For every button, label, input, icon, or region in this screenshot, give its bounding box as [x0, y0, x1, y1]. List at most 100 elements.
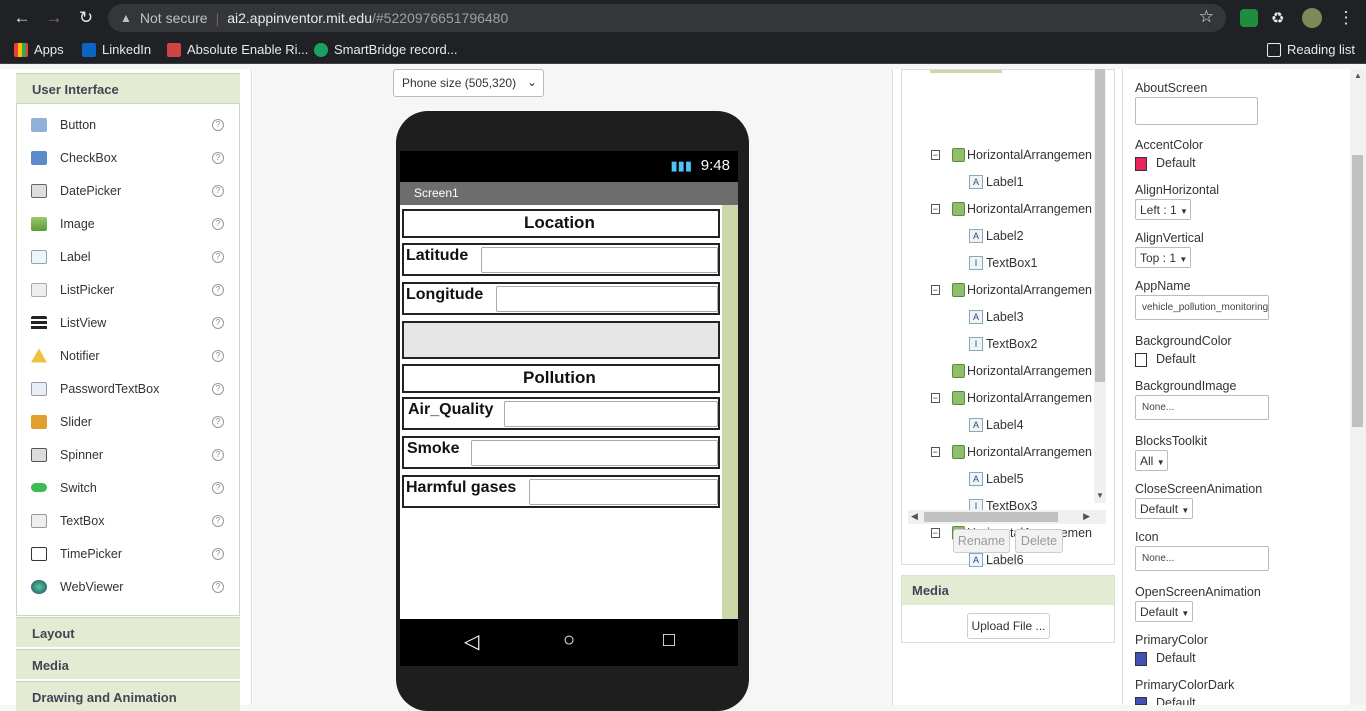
accent-color-value[interactable]: Default	[1156, 156, 1196, 170]
icon-picker[interactable]: None...	[1135, 546, 1269, 571]
textbox-smoke[interactable]	[471, 440, 718, 466]
scrollbar-thumb[interactable]	[1095, 69, 1105, 382]
collapse-toggle-icon[interactable]: −	[931, 393, 940, 403]
reading-list[interactable]: Reading list	[1267, 42, 1355, 57]
app-name-input[interactable]: vehicle_pollution_monitoring	[1135, 295, 1269, 320]
collapse-toggle-icon[interactable]: −	[931, 285, 940, 295]
label-smoke[interactable]: Smoke	[407, 440, 459, 458]
label-latitude[interactable]: Latitude	[406, 247, 468, 265]
tree-node-textbox[interactable]: I TextBox2	[969, 337, 1092, 351]
palette-section-layout[interactable]: Layout	[16, 617, 240, 647]
help-icon[interactable]: ?	[212, 448, 224, 461]
help-icon[interactable]: ?	[212, 349, 224, 362]
tree-node-arr[interactable]: − HorizontalArrangemen	[931, 202, 1092, 216]
primary-color-dark-value[interactable]: Default	[1156, 696, 1196, 705]
palette-item-button[interactable]: Button?	[17, 108, 239, 141]
blocks-toolkit-select[interactable]: All ▼	[1135, 450, 1168, 471]
palette-item-datepicker[interactable]: DatePicker?	[17, 174, 239, 207]
menu-icon[interactable]: ⋮	[1335, 7, 1357, 29]
help-icon[interactable]: ?	[212, 151, 224, 164]
forward-icon[interactable]: →	[43, 7, 65, 29]
label-pollution[interactable]: Pollution	[523, 368, 596, 388]
scrollbar-thumb[interactable]	[924, 512, 1058, 522]
delete-button[interactable]: Delete	[1015, 529, 1063, 553]
align-horizontal-select[interactable]: Left : 1 ▼	[1135, 199, 1191, 220]
textbox-air-quality[interactable]	[504, 401, 718, 427]
align-vertical-select[interactable]: Top : 1 ▼	[1135, 247, 1191, 268]
arrangement-smoke[interactable]: Smoke	[402, 436, 720, 469]
bookmark-linkedin[interactable]: LinkedIn	[82, 42, 151, 57]
collapse-toggle-icon[interactable]: −	[931, 528, 940, 538]
tree-node-label[interactable]: A Label6	[969, 553, 1092, 567]
label-longitude[interactable]: Longitude	[406, 286, 483, 304]
help-icon[interactable]: ?	[212, 118, 224, 131]
primary-color-dark-swatch[interactable]	[1135, 697, 1147, 705]
tree-node-arr[interactable]: − HorizontalArrangemen	[931, 445, 1092, 459]
help-icon[interactable]: ?	[212, 547, 224, 560]
scroll-up-icon[interactable]: ▲	[1354, 71, 1362, 80]
upload-file-button[interactable]: Upload File ...	[967, 613, 1050, 639]
rename-button[interactable]: Rename	[953, 529, 1010, 553]
bookmark-apps[interactable]: Apps	[14, 42, 64, 57]
textbox-harmful-gases[interactable]	[529, 479, 718, 505]
primary-color-value[interactable]: Default	[1156, 651, 1196, 665]
palette-item-webviewer[interactable]: WebViewer?	[17, 570, 239, 603]
tree-node-arr[interactable]: − HorizontalArrangemen	[931, 283, 1092, 297]
help-icon[interactable]: ?	[212, 283, 224, 296]
arrangement-harmful-gases[interactable]: Harmful gases	[402, 475, 720, 508]
shield-extension-icon[interactable]	[1240, 9, 1258, 27]
tree-node-label[interactable]: A Label5	[969, 472, 1092, 486]
tree-node-label[interactable]: A Label1	[969, 175, 1092, 189]
scroll-left-icon[interactable]: ◀	[911, 511, 918, 522]
background-image-picker[interactable]: None...	[1135, 395, 1269, 420]
screen-canvas[interactable]: Location Latitude Longitude Pollution Ai…	[400, 205, 738, 619]
help-icon[interactable]: ?	[212, 580, 224, 593]
arrangement-empty[interactable]	[402, 321, 720, 359]
arrangement-pollution[interactable]: Pollution	[402, 364, 720, 393]
page-scrollbar[interactable]: ▲	[1350, 69, 1366, 705]
palette-item-switch[interactable]: Switch?	[17, 471, 239, 504]
palette-section-media[interactable]: Media	[16, 649, 240, 679]
background-color-value[interactable]: Default	[1156, 352, 1196, 366]
arrangement-location[interactable]: Location	[402, 209, 720, 238]
tree-vertical-scrollbar[interactable]: ▼	[1094, 69, 1106, 503]
scrollbar-thumb[interactable]	[1352, 155, 1363, 427]
tree-node-arr[interactable]: HorizontalArrangemen	[931, 364, 1092, 378]
help-icon[interactable]: ?	[212, 316, 224, 329]
close-animation-select[interactable]: Default ▼	[1135, 498, 1193, 519]
palette-item-image[interactable]: Image?	[17, 207, 239, 240]
back-icon[interactable]: ←	[11, 7, 33, 29]
palette-item-spinner[interactable]: Spinner?	[17, 438, 239, 471]
label-air-quality[interactable]: Air_Quality	[408, 401, 493, 419]
avatar[interactable]	[1302, 8, 1322, 28]
palette-item-passwordtextbox[interactable]: PasswordTextBox?	[17, 372, 239, 405]
background-color-swatch[interactable]	[1135, 353, 1147, 367]
puzzle-extension-icon[interactable]: ♻	[1271, 9, 1289, 27]
arrangement-latitude[interactable]: Latitude	[402, 243, 720, 276]
help-icon[interactable]: ?	[212, 217, 224, 230]
textbox-longitude[interactable]	[496, 286, 718, 312]
help-icon[interactable]: ?	[212, 184, 224, 197]
tree-node-arr[interactable]: − HorizontalArrangemen	[931, 148, 1092, 162]
collapse-toggle-icon[interactable]: −	[931, 447, 940, 457]
collapse-toggle-icon[interactable]: −	[931, 204, 940, 214]
tree-node-label[interactable]: A Label3	[969, 310, 1092, 324]
palette-item-listpicker[interactable]: ListPicker?	[17, 273, 239, 306]
scroll-down-icon[interactable]: ▼	[1096, 491, 1104, 500]
label-location[interactable]: Location	[524, 213, 595, 233]
open-animation-select[interactable]: Default ▼	[1135, 601, 1193, 622]
reload-icon[interactable]: ↻	[75, 7, 97, 29]
palette-item-timepicker[interactable]: TimePicker?	[17, 537, 239, 570]
help-icon[interactable]: ?	[212, 250, 224, 263]
bookmark-absolute[interactable]: Absolute Enable Ri...	[167, 42, 308, 57]
tree-horizontal-scrollbar[interactable]: ◀ ▶	[908, 510, 1106, 524]
palette-item-textbox[interactable]: TextBox?	[17, 504, 239, 537]
bookmark-star-icon[interactable]: ☆	[1199, 7, 1214, 27]
scroll-right-icon[interactable]: ▶	[1083, 511, 1090, 522]
tree-node-arr[interactable]: − HorizontalArrangemen	[931, 391, 1092, 405]
textbox-latitude[interactable]	[481, 247, 718, 273]
help-icon[interactable]: ?	[212, 382, 224, 395]
phone-size-select[interactable]: Phone size (505,320) ⌄	[393, 69, 544, 97]
tree-node-label[interactable]: A Label4	[969, 418, 1092, 432]
collapse-toggle-icon[interactable]: −	[931, 150, 940, 160]
